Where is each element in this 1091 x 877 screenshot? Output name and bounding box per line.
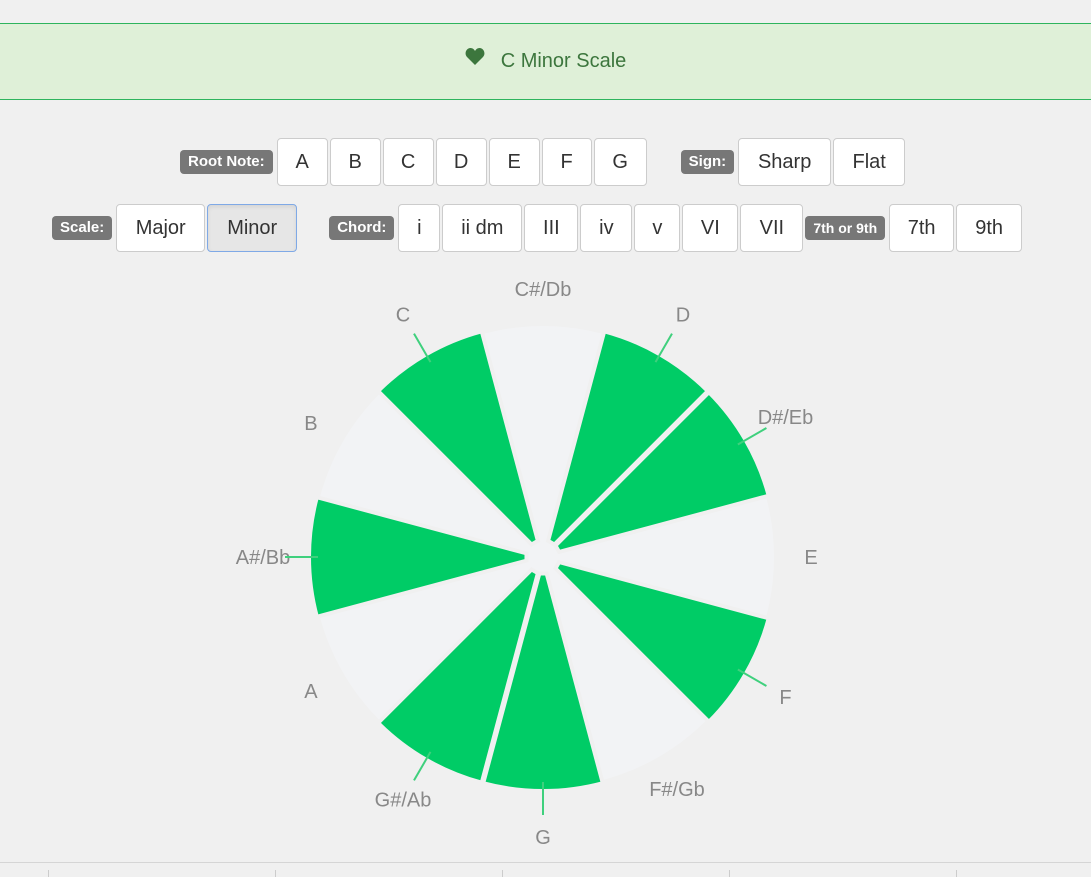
scale-wheel-chart: C#/Db D D#/Eb E F F#/Gb G G#/Ab A A#/Bb B C (236, 279, 818, 849)
wheel-label: C (396, 305, 410, 327)
footer-tick (275, 870, 276, 877)
footer-divider (0, 862, 1091, 863)
footer-tick (48, 870, 49, 877)
wheel-label: D#/Eb (758, 407, 814, 429)
page-title: C Minor Scale (500, 50, 627, 72)
sign-flat-button[interactable]: Flat (833, 138, 906, 186)
root-note-f-button[interactable]: F (541, 138, 592, 186)
sign-label: Sign: (680, 150, 735, 174)
wheel-label: G (535, 827, 551, 849)
footer-tick (729, 870, 730, 877)
chord-i-button[interactable]: i (398, 204, 441, 252)
chord-iii-button[interactable]: III (524, 204, 579, 252)
wheel-label: F (779, 687, 791, 709)
root-note-g-button[interactable]: G (593, 138, 647, 186)
chord-iv-button[interactable]: iv (580, 204, 633, 252)
chord-label: Chord: (329, 216, 395, 240)
root-note-a-button[interactable]: A (276, 138, 328, 186)
extension-label: 7th or 9th (805, 216, 886, 240)
wheel-label: A (304, 681, 318, 703)
wheel-label: F#/Gb (649, 779, 705, 801)
footer-tick (502, 870, 503, 877)
wheel-label: B (304, 413, 317, 435)
chord-vii-button[interactable]: VII (740, 204, 804, 252)
wheel-label: A#/Bb (236, 547, 290, 569)
scale-chord-row: Scale: Major Minor Chord: i ii dm III iv… (52, 204, 1024, 252)
chord-vi-button[interactable]: VI (682, 204, 739, 252)
scale-major-button[interactable]: Major (116, 204, 206, 252)
heart-icon (465, 47, 485, 72)
extension-9th-button[interactable]: 9th (956, 204, 1023, 252)
footer-tick (956, 870, 957, 877)
root-note-d-button[interactable]: D (435, 138, 487, 186)
scale-title-banner: C Minor Scale (0, 23, 1091, 100)
wheel-label: G#/Ab (375, 789, 432, 811)
root-note-c-button[interactable]: C (382, 138, 434, 186)
root-note-row: Root Note: A B C D E F G Sign: Sharp Fla… (180, 138, 907, 186)
root-note-b-button[interactable]: B (329, 138, 381, 186)
scale-minor-button[interactable]: Minor (207, 204, 298, 252)
chord-ii-dm-button[interactable]: ii dm (442, 204, 523, 252)
scale-label: Scale: (52, 216, 113, 240)
root-note-label: Root Note: (180, 150, 273, 174)
chord-v-button[interactable]: v (634, 204, 681, 252)
root-note-e-button[interactable]: E (488, 138, 540, 186)
wheel-label: C#/Db (515, 279, 572, 301)
extension-7th-button[interactable]: 7th (889, 204, 955, 252)
wheel-label: E (804, 547, 817, 569)
wheel-label: D (676, 305, 690, 327)
sign-sharp-button[interactable]: Sharp (738, 138, 832, 186)
